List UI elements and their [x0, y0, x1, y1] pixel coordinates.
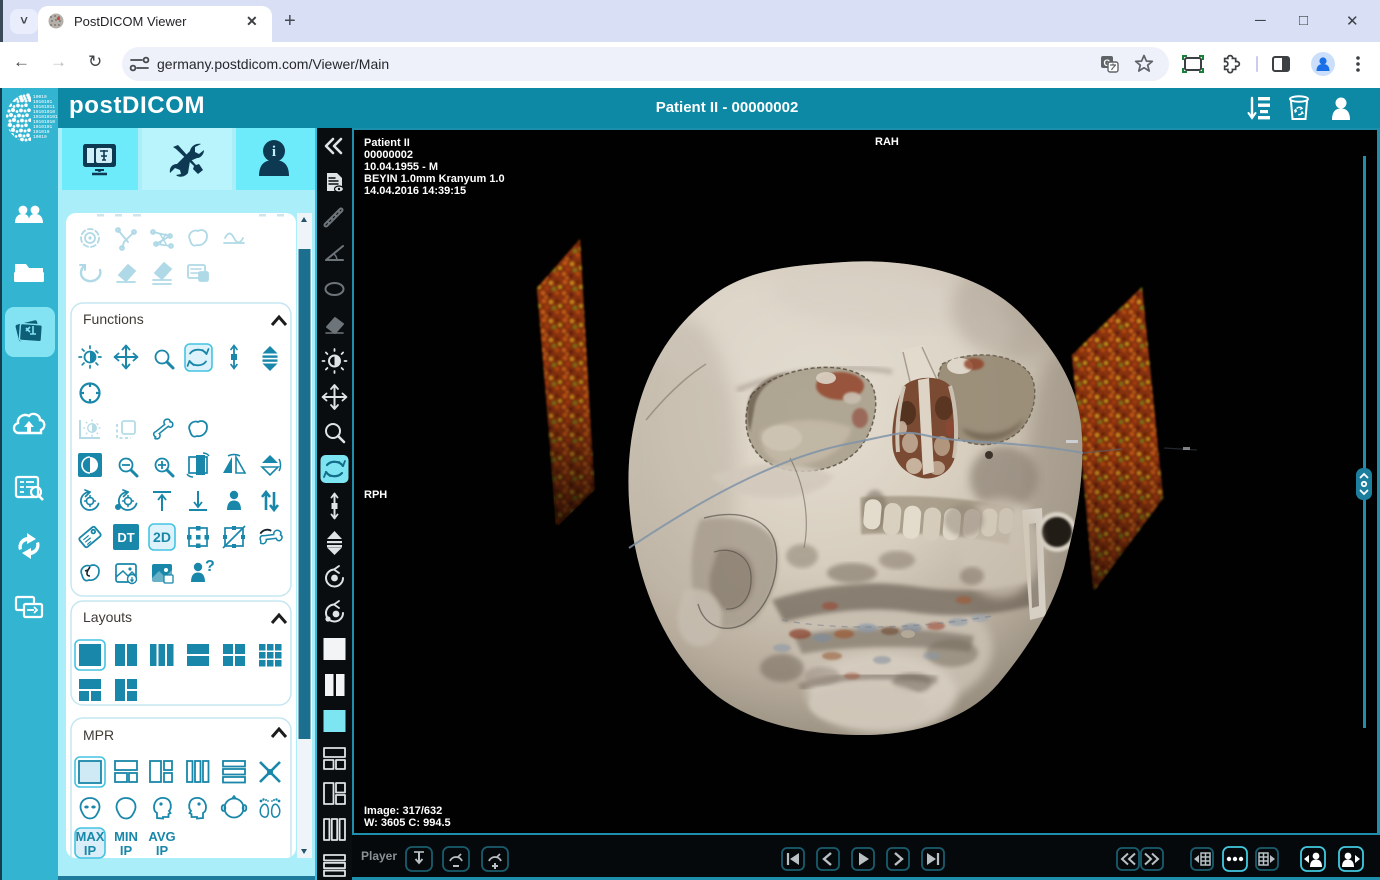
svg-text:IP: IP	[84, 843, 97, 858]
svg-text:10010: 10010	[33, 134, 47, 140]
svg-text:IP: IP	[120, 843, 133, 858]
svg-text:AVG: AVG	[148, 829, 175, 844]
svg-text:MIN: MIN	[114, 829, 138, 844]
svg-text:DT: DT	[117, 530, 134, 545]
svg-text:MAX: MAX	[76, 829, 105, 844]
svg-text:2D: 2D	[153, 529, 171, 545]
svg-text:Layouts: Layouts	[83, 609, 132, 625]
svg-text:MPR: MPR	[83, 727, 114, 743]
svg-text:?: ?	[205, 558, 215, 575]
svg-text:Functions: Functions	[83, 311, 144, 327]
svg-text:i: i	[272, 144, 276, 160]
svg-text:IP: IP	[156, 843, 169, 858]
